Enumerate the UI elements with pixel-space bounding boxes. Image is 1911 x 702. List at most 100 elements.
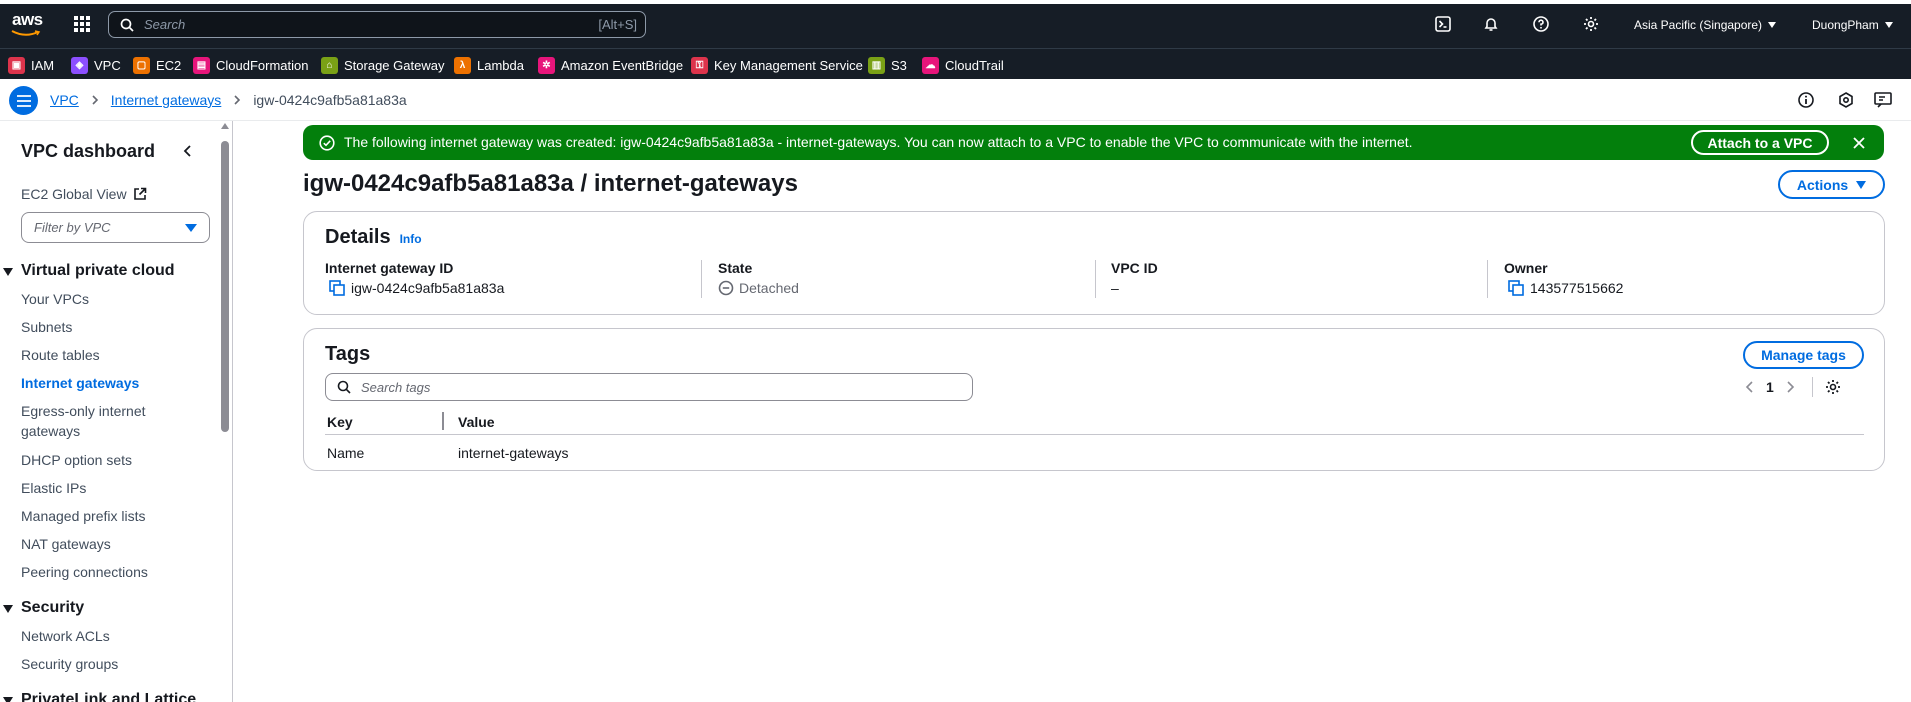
aws-logo[interactable]: aws (10, 10, 43, 40)
favorite-iam[interactable]: ▣ IAM (8, 55, 54, 75)
manage-tags-button[interactable]: Manage tags (1743, 341, 1864, 369)
pagination-divider (1811, 377, 1813, 397)
caret-down-icon (1856, 180, 1867, 189)
scrollbar-thumb[interactable] (221, 141, 229, 432)
region-selector[interactable]: Asia Pacific (Singapore) (1634, 16, 1777, 34)
chevron-right-icon[interactable] (1784, 380, 1796, 394)
help-icon[interactable] (1533, 16, 1549, 32)
tag-value-cell: internet-gateways (458, 445, 569, 461)
column-header-key[interactable]: Key (327, 414, 353, 430)
side-navigation: VPC dashboard EC2 Global View Filter by … (0, 121, 233, 702)
ec2-service-icon: ▢ (133, 56, 150, 74)
kms-service-icon: ⚿ (691, 56, 708, 74)
caret-down-icon (1768, 22, 1777, 28)
breadcrumb-current: igw-0424c9afb5a81a83a (253, 92, 407, 108)
copy-icon[interactable] (1508, 280, 1524, 296)
sidebar-item-network-acls[interactable]: Network ACLs (21, 626, 110, 646)
eventbridge-service-icon: ✲ (538, 56, 555, 74)
stopped-status-icon (718, 280, 734, 296)
tag-key-cell: Name (327, 445, 365, 461)
favorite-cloudformation[interactable]: ▤ CloudFormation (193, 55, 309, 75)
sidebar-item-managed-prefix-lists[interactable]: Managed prefix lists (21, 506, 146, 526)
top-navigation: aws Search [Alt+S] Asia Pacific (Singapo… (0, 0, 1911, 48)
feedback-icon[interactable] (1874, 91, 1892, 109)
caret-down-icon (3, 268, 13, 276)
column-header-value[interactable]: Value (458, 414, 495, 430)
favorite-storage-gateway[interactable]: ⌂ Storage Gateway (321, 55, 444, 75)
favorite-vpc[interactable]: ◈ VPC (71, 55, 121, 75)
account-menu[interactable]: DuongPham (1812, 16, 1893, 34)
search-placeholder: Search (144, 17, 186, 32)
info-link[interactable]: Info (400, 232, 422, 246)
table-row: Name internet-gateways (325, 435, 1864, 461)
chevron-left-icon (183, 145, 191, 157)
breadcrumb-internet-gateways-link[interactable]: Internet gateways (111, 92, 222, 108)
dismiss-close-icon[interactable] (1852, 136, 1866, 150)
breadcrumb: VPC Internet gateways igw-0424c9afb5a81a… (50, 92, 407, 108)
aws-smile-icon (11, 30, 41, 36)
tags-table: Key Value Name internet-gateways (325, 409, 1864, 461)
page-number[interactable]: 1 (1766, 379, 1774, 395)
favorites-bar: ▣ IAM ◈ VPC ▢ EC2 ▤ CloudFormation ⌂ Storage … (0, 48, 1911, 79)
search-icon (120, 18, 134, 32)
vpc-id-label: VPC ID (1111, 260, 1158, 276)
sidebar-item-egress-only-gateways[interactable]: Egress-only internet gateways (21, 401, 146, 441)
column-divider (701, 260, 702, 298)
owner-label: Owner (1504, 260, 1548, 276)
collapse-sidebar-button[interactable] (181, 144, 195, 158)
sidebar-item-dhcp-option-sets[interactable]: DHCP option sets (21, 450, 132, 470)
attach-to-vpc-button[interactable]: Attach to a VPC (1691, 130, 1829, 155)
favorite-eventbridge[interactable]: ✲ Amazon EventBridge (538, 55, 683, 75)
column-resizer[interactable] (442, 412, 444, 430)
caret-down-icon (3, 605, 13, 613)
state-label: State (718, 260, 753, 276)
sidebar-item-elastic-ips[interactable]: Elastic IPs (21, 478, 86, 498)
hexagon-settings-icon[interactable] (1838, 92, 1854, 108)
s3-service-icon: ▥ (868, 56, 885, 74)
ec2-global-view-link[interactable]: EC2 Global View (21, 186, 147, 202)
sidebar-item-your-vpcs[interactable]: Your VPCs (21, 289, 89, 309)
details-heading: Details Info (325, 226, 422, 248)
caret-down-icon (1884, 22, 1893, 28)
sidebar-item-peering-connections[interactable]: Peering connections (21, 562, 148, 582)
section-security[interactable]: Security (0, 597, 220, 621)
cloudtrail-service-icon: ☁ (922, 56, 939, 74)
sidebar-title[interactable]: VPC dashboard (21, 141, 155, 162)
sidebar-scrollbar[interactable] (220, 121, 230, 702)
settings-gear-icon[interactable] (1583, 16, 1599, 32)
section-privatelink-and-lattice[interactable]: PrivateLink and Lattice (0, 689, 220, 702)
hamburger-menu-button[interactable] (9, 86, 38, 115)
info-panel-icon[interactable] (1798, 92, 1814, 108)
column-divider (1095, 260, 1096, 298)
global-search-input[interactable]: Search [Alt+S] (108, 11, 646, 38)
sidebar-item-internet-gateways[interactable]: Internet gateways (21, 373, 139, 393)
internet-gateway-id-label: Internet gateway ID (325, 260, 454, 276)
chevron-right-icon (234, 95, 241, 105)
cloudshell-icon[interactable] (1435, 16, 1451, 32)
breadcrumb-vpc-link[interactable]: VPC (50, 92, 79, 108)
actions-dropdown-button[interactable]: Actions (1778, 170, 1885, 199)
favorite-s3[interactable]: ▥ S3 (868, 55, 907, 75)
favorite-kms[interactable]: ⚿ Key Management Service (691, 55, 863, 75)
favorite-cloudtrail[interactable]: ☁ CloudTrail (922, 55, 1004, 75)
sidebar-item-nat-gateways[interactable]: NAT gateways (21, 534, 111, 554)
chevron-right-icon (92, 95, 98, 105)
section-virtual-private-cloud[interactable]: Virtual private cloud (0, 260, 220, 284)
chevron-left-icon[interactable] (1744, 380, 1756, 394)
cloudformation-service-icon: ▤ (193, 56, 210, 74)
search-tags-input[interactable]: Search tags (325, 373, 973, 401)
sidebar-item-security-groups[interactable]: Security groups (21, 654, 118, 674)
filter-by-vpc-select[interactable]: Filter by VPC (21, 212, 210, 243)
sidebar-item-route-tables[interactable]: Route tables (21, 345, 100, 365)
favorite-ec2[interactable]: ▢ EC2 (133, 55, 181, 75)
details-panel: Details Info Internet gateway ID igw-042… (303, 211, 1885, 315)
sidebar-item-subnets[interactable]: Subnets (21, 317, 72, 337)
vpc-service-icon: ◈ (71, 56, 88, 74)
services-menu-icon[interactable] (74, 16, 90, 32)
copy-icon[interactable] (329, 280, 345, 296)
table-settings-gear-icon[interactable] (1825, 379, 1841, 395)
favorite-lambda[interactable]: λ Lambda (454, 55, 524, 75)
caret-down-icon (185, 224, 197, 232)
tags-heading: Tags (325, 343, 371, 365)
notifications-bell-icon[interactable] (1483, 16, 1499, 32)
